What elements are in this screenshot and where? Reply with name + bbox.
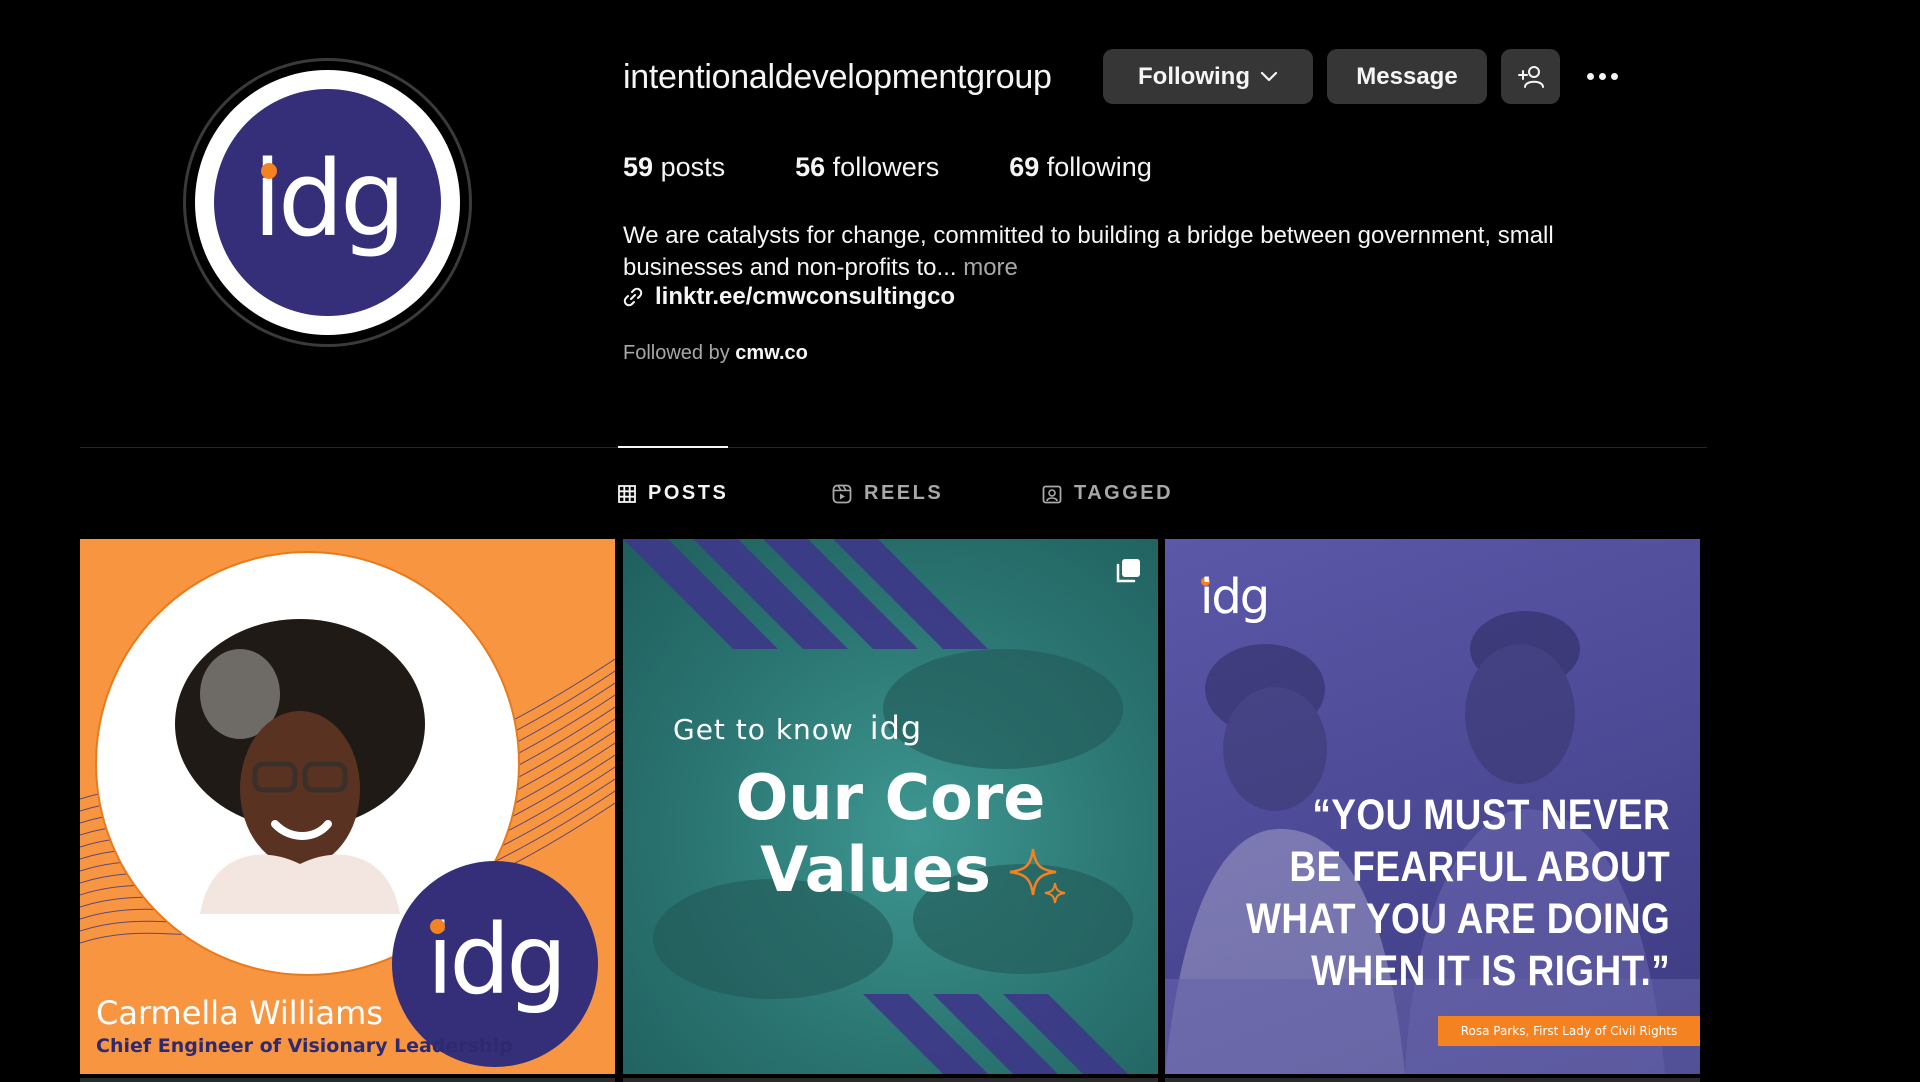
more-options-button[interactable] <box>1580 62 1624 90</box>
post-person-name: Carmella Williams <box>96 994 383 1032</box>
post-logo-text: idg <box>426 904 568 1016</box>
followers-label: followers <box>832 152 940 182</box>
portrait-photo <box>175 619 425 914</box>
profile-stats: 59 posts 56 followers 69 following <box>623 152 1222 183</box>
post-person-title: Chief Engineer of Visionary Leadership <box>96 1035 513 1057</box>
following-label: following <box>1046 152 1152 182</box>
logo-dot <box>430 919 445 934</box>
posts-label: posts <box>660 152 726 182</box>
followers-number: 56 <box>795 152 826 182</box>
posts-count: 59 posts <box>623 152 725 183</box>
chevron-down-icon <box>1260 71 1278 81</box>
profile-link[interactable]: linktr.ee/cmwconsultingco <box>623 283 955 311</box>
carousel-icon <box>1116 559 1140 583</box>
post-logo-text: idg <box>1200 569 1270 625</box>
message-button[interactable]: Message <box>1327 49 1487 104</box>
tab-reels-label: REELS <box>864 482 944 504</box>
add-user-icon <box>1517 65 1544 88</box>
message-button-label: Message <box>1356 62 1458 90</box>
post-thumbnail[interactable]: idg Carmella Williams Chief Engineer of … <box>80 539 615 1074</box>
tab-posts[interactable]: POSTS <box>618 482 728 505</box>
tab-tagged[interactable]: TAGGED <box>1042 482 1173 505</box>
tagged-icon <box>1042 485 1062 503</box>
following-number: 69 <box>1009 152 1040 182</box>
more-dot-icon <box>1610 72 1618 80</box>
following-button[interactable]: Following <box>1103 49 1313 104</box>
next-row-peek <box>80 1078 615 1082</box>
avatar-logo: idg <box>214 89 441 316</box>
quote-line: “YOU MUST NEVER <box>1312 791 1670 839</box>
post-headline-line2: Values <box>760 833 991 906</box>
more-dot-icon <box>1598 72 1606 80</box>
link-icon <box>623 287 643 307</box>
bio-text: We are catalysts for change, committed t… <box>623 222 1554 281</box>
profile-page: idg intentionaldevelopmentgroup Followin… <box>0 0 1920 1082</box>
more-dot-icon <box>1586 72 1594 80</box>
avatar-ring: idg <box>195 70 460 335</box>
quote-line: BE FEARFUL ABOUT <box>1289 843 1670 891</box>
grid-icon <box>618 484 636 503</box>
post-intro-text: Get to know idg <box>673 709 922 747</box>
post-thumbnail[interactable]: Get to know idg Our Core Values <box>623 539 1158 1074</box>
tab-tagged-label: TAGGED <box>1074 482 1174 504</box>
post-headline-line1: Our Core <box>735 761 1046 834</box>
followed-by-prefix: Followed by <box>623 342 730 364</box>
suggested-users-button[interactable] <box>1501 49 1560 104</box>
quote-line: WHAT YOU ARE DOING <box>1245 895 1670 943</box>
quote-line: WHEN IT IS RIGHT.” <box>1310 947 1670 995</box>
post-thumbnail[interactable]: idg “YOU MUST NEVER BE FEARFUL ABOUT WHA… <box>1165 539 1700 1074</box>
post-intro-label: Get to know <box>673 713 854 746</box>
following-link[interactable]: 69 following <box>1009 152 1152 183</box>
followers-link[interactable]: 56 followers <box>795 152 939 183</box>
sparkle-icon <box>1009 848 1066 904</box>
quote-credit: Rosa Parks, First Lady of Civil Rights <box>1438 1016 1700 1046</box>
logo-dot <box>261 163 277 179</box>
bio-more-link[interactable]: more <box>963 254 1018 281</box>
profile-bio: We are catalysts for change, committed t… <box>623 220 1643 284</box>
profile-avatar[interactable]: idg <box>183 58 472 347</box>
active-tab-indicator <box>618 446 728 448</box>
post-intro-logo: idg <box>869 709 923 747</box>
next-row-peek <box>1165 1078 1700 1082</box>
followed-by-user[interactable]: cmw.co <box>735 342 808 364</box>
following-button-label: Following <box>1138 62 1250 90</box>
profile-username: intentionaldevelopmentgroup <box>623 58 1052 96</box>
post-quote: “YOU MUST NEVER BE FEARFUL ABOUT WHAT YO… <box>1246 789 1670 997</box>
followed-by: Followed by cmw.co <box>623 342 808 365</box>
posts-number: 59 <box>623 152 654 182</box>
tab-posts-label: POSTS <box>648 482 729 504</box>
avatar-logo-text: idg <box>253 137 406 260</box>
tabs-divider <box>80 447 1707 448</box>
next-row-peek <box>623 1078 1158 1082</box>
profile-link-text: linktr.ee/cmwconsultingco <box>655 283 956 310</box>
tab-reels[interactable]: REELS <box>832 482 943 505</box>
reels-icon <box>832 484 852 503</box>
